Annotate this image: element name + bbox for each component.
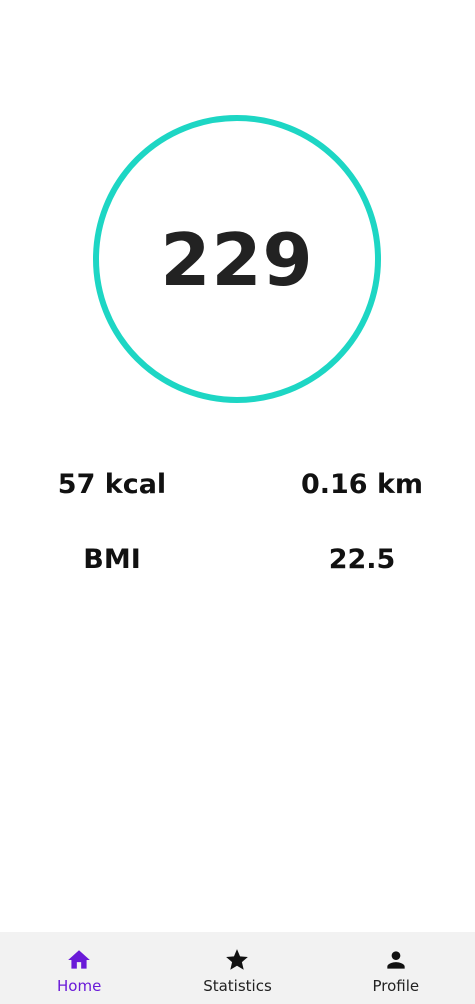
calories-value: 57 kcal — [57, 469, 167, 500]
step-count: 229 — [160, 218, 314, 302]
distance-value: 0.16 km — [300, 469, 424, 500]
step-progress-ring: 229 — [93, 115, 381, 403]
star-icon — [224, 947, 250, 973]
bmi-value: 22.5 — [328, 544, 396, 575]
nav-label-profile: Profile — [372, 977, 420, 995]
bmi-label: BMI — [83, 544, 141, 575]
nav-item-statistics[interactable]: Statistics — [158, 932, 316, 1004]
person-icon — [383, 947, 409, 973]
nav-item-profile[interactable]: Profile — [317, 932, 475, 1004]
nav-label-home: Home — [57, 977, 102, 995]
nav-item-home[interactable]: Home — [0, 932, 158, 1004]
home-icon — [66, 947, 92, 973]
nav-label-statistics: Statistics — [203, 977, 272, 995]
bottom-navigation: Home Statistics Profile — [0, 932, 475, 1004]
